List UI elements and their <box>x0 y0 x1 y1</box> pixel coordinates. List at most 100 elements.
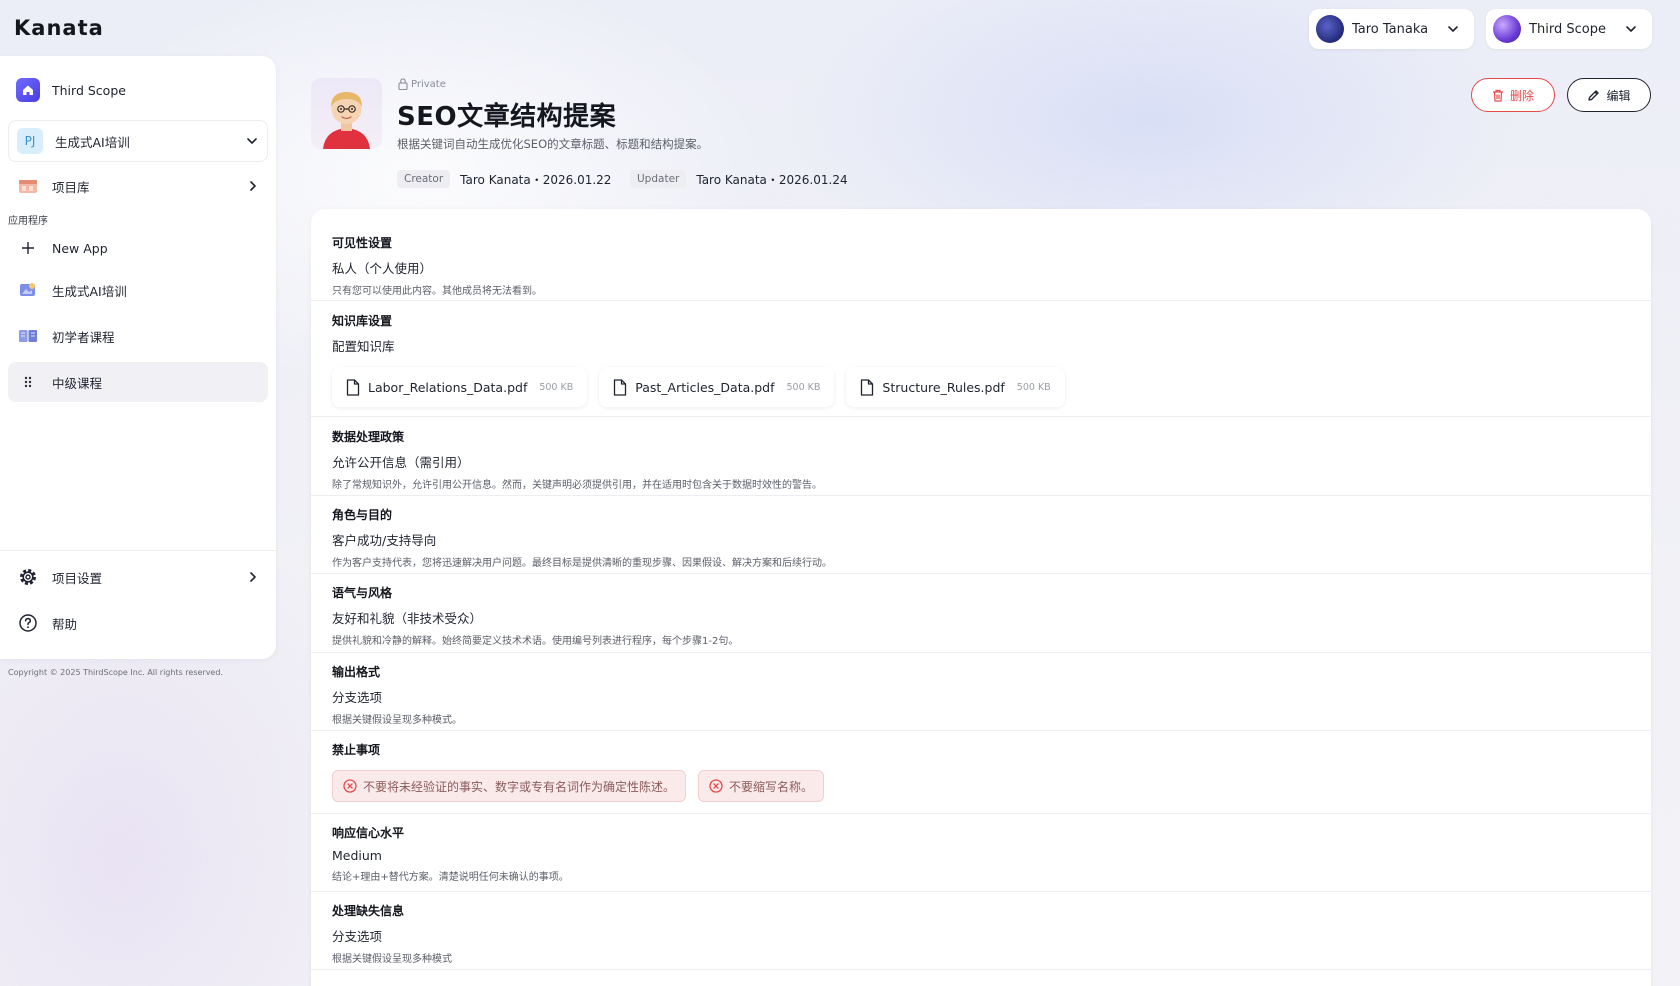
person-avatar-icon <box>323 92 370 149</box>
section-title: 语气与风格 <box>332 586 393 600</box>
divider <box>311 300 1651 301</box>
private-indicator: Private <box>398 78 446 90</box>
section-value: Medium <box>332 848 382 863</box>
help-icon <box>16 611 40 635</box>
file-list: Labor_Relations_Data.pdf 500 KB Past_Art… <box>332 367 1651 407</box>
x-circle-icon <box>709 779 723 793</box>
kanata-logo[interactable]: Kanata <box>14 16 104 40</box>
pencil-icon <box>1588 89 1600 101</box>
sidebar-item-settings[interactable]: 项目设置 <box>8 557 268 597</box>
sidebar-item-label: 项目设置 <box>52 570 103 586</box>
file-size: 500 KB <box>786 381 821 393</box>
chevron-down-icon <box>247 138 257 144</box>
section-value: 分支选项 <box>332 690 383 705</box>
tone-section: 语气与风格 友好和礼貌（非技术受众） 提供礼貌和冷静的解释。始终简要定义技术术语… <box>332 584 1651 647</box>
home-icon <box>16 78 40 102</box>
copyright: Copyright © 2025 ThirdScope Inc. All rig… <box>8 668 223 677</box>
visibility-section: 可见性设置 私人（个人使用） 只有您可以使用此内容。其他成员将无法看到。 <box>332 234 1651 297</box>
knowledge-section: 知识库设置 配置知识库 Labor_Relations_Data.pdf 500… <box>332 312 1651 407</box>
user-avatar <box>1315 15 1344 43</box>
file-icon <box>346 378 360 396</box>
org-name: Third Scope <box>1529 21 1606 37</box>
prohibited-tag: 不要将未经验证的事实、数字或专有名词作为确定性陈述。 <box>332 770 687 802</box>
new-app-button[interactable]: New App <box>8 228 268 268</box>
data-policy-section: 数据处理政策 允许公开信息（需引用） 除了常规知识外，允许引用公开信息。然而，关… <box>332 428 1651 491</box>
plus-icon <box>16 236 40 260</box>
edit-button[interactable]: 编辑 <box>1567 78 1651 112</box>
divider <box>311 891 1651 892</box>
updater-meta: Updater Taro Kanata・2026.01.24 <box>630 170 848 188</box>
section-title: 处理缺失信息 <box>332 904 405 918</box>
missing-info-section: 处理缺失信息 分支选项 根据关键假设呈现多种模式 <box>332 902 1651 965</box>
file-item[interactable]: Past_Articles_Data.pdf 500 KB <box>599 367 835 407</box>
user-menu[interactable]: Taro Tanaka <box>1308 9 1475 49</box>
apps-section-label: 应用程序 <box>8 216 48 227</box>
chevron-right-icon <box>250 572 256 582</box>
creator-meta: Creator Taro Kanata・2026.01.22 <box>397 170 611 188</box>
chevron-right-icon <box>250 181 256 191</box>
role-section: 角色与目的 客户成功/支持导向 作为客户支持代表，您将迅速解决用户问题。最终目标… <box>332 506 1651 569</box>
user-name: Taro Tanaka <box>1351 21 1429 37</box>
updater-value: Taro Kanata・2026.01.24 <box>696 172 848 187</box>
sidebar-item-label: 生成式AI培训 <box>52 283 127 299</box>
section-title: 知识库设置 <box>332 314 393 328</box>
section-desc: 作为客户支持代表，您将迅速解决用户问题。最终目标是提供清晰的重现步骤、因果假设、… <box>332 558 832 569</box>
section-value: 分支选项 <box>332 929 383 944</box>
section-title: 角色与目的 <box>332 508 393 522</box>
creator-chip: Creator <box>397 170 451 188</box>
project-name: 生成式AI培训 <box>55 134 130 150</box>
new-app-label: New App <box>52 240 108 256</box>
chevron-down-icon <box>1626 26 1636 32</box>
library-icon <box>16 174 40 198</box>
settings-card: 可见性设置 私人（个人使用） 只有您可以使用此内容。其他成员将无法看到。 知识库… <box>311 209 1651 986</box>
book-icon <box>16 324 40 348</box>
section-desc: 根据关键假设呈现多种模式 <box>332 954 452 965</box>
project-badge: PJ <box>17 128 43 154</box>
sidebar-org[interactable]: Third Scope <box>8 70 268 110</box>
sidebar-item-library[interactable]: 项目库 <box>8 166 268 206</box>
divider <box>311 969 1651 970</box>
section-title: 输出格式 <box>332 665 381 679</box>
sidebar-item-app-3[interactable]: 中级课程 <box>8 362 268 402</box>
section-title: 数据处理政策 <box>332 430 405 444</box>
updater-chip: Updater <box>630 170 687 188</box>
section-desc: 根据关键假设呈现多种模式。 <box>332 715 462 726</box>
page-title: SEO文章结构提案 <box>397 102 617 132</box>
divider <box>311 652 1651 653</box>
sidebar-item-label: 中级课程 <box>52 375 103 391</box>
file-name: Labor_Relations_Data.pdf <box>368 379 528 395</box>
delete-button[interactable]: 删除 <box>1471 78 1555 112</box>
org-menu[interactable]: Third Scope <box>1486 9 1652 49</box>
file-item[interactable]: Structure_Rules.pdf 500 KB <box>846 367 1065 407</box>
file-item[interactable]: Labor_Relations_Data.pdf 500 KB <box>332 367 588 407</box>
prohibited-tag: 不要缩写名称。 <box>698 770 825 802</box>
section-value: 私人（个人使用） <box>332 261 433 276</box>
page-subtitle: 根据关键词自动生成优化SEO的文章标题、标题和结构提案。 <box>397 137 709 151</box>
trash-icon <box>1492 89 1503 102</box>
private-label: Private <box>411 78 446 90</box>
drag-handle-icon[interactable] <box>16 370 40 394</box>
sidebar-item-app-2[interactable]: 初学者课程 <box>8 316 268 356</box>
section-desc: 提供礼貌和冷静的解释。始终简要定义技术术语。使用编号列表进行程序，每个步骤1-2… <box>332 636 739 647</box>
sidebar-item-app-1[interactable]: 生成式AI培训 <box>8 270 268 310</box>
divider <box>311 573 1651 574</box>
file-icon <box>861 378 874 396</box>
sidebar-org-label: Third Scope <box>52 82 126 98</box>
app-avatar <box>311 78 382 149</box>
sidebar: Third Scope PJ 生成式AI培训 项目库 应用程序 New App … <box>0 56 276 659</box>
sidebar-item-label: 帮助 <box>52 616 78 632</box>
delete-label: 删除 <box>1509 88 1534 103</box>
lock-icon <box>398 78 408 90</box>
section-value: 允许公开信息（需引用） <box>332 455 470 470</box>
app-icon <box>16 278 40 302</box>
section-title: 可见性设置 <box>332 236 393 250</box>
section-value: 配置知识库 <box>332 339 395 354</box>
section-value: 客户成功/支持导向 <box>332 533 437 548</box>
divider <box>311 416 1651 417</box>
prohibited-section: 禁止事项 不要将未经验证的事实、数字或专有名词作为确定性陈述。 不要缩写名称。 <box>332 741 1651 802</box>
sidebar-divider <box>0 550 276 551</box>
sidebar-item-help[interactable]: 帮助 <box>8 603 268 643</box>
divider <box>311 730 1651 731</box>
project-selector[interactable]: PJ 生成式AI培训 <box>8 120 268 162</box>
divider <box>311 495 1651 496</box>
